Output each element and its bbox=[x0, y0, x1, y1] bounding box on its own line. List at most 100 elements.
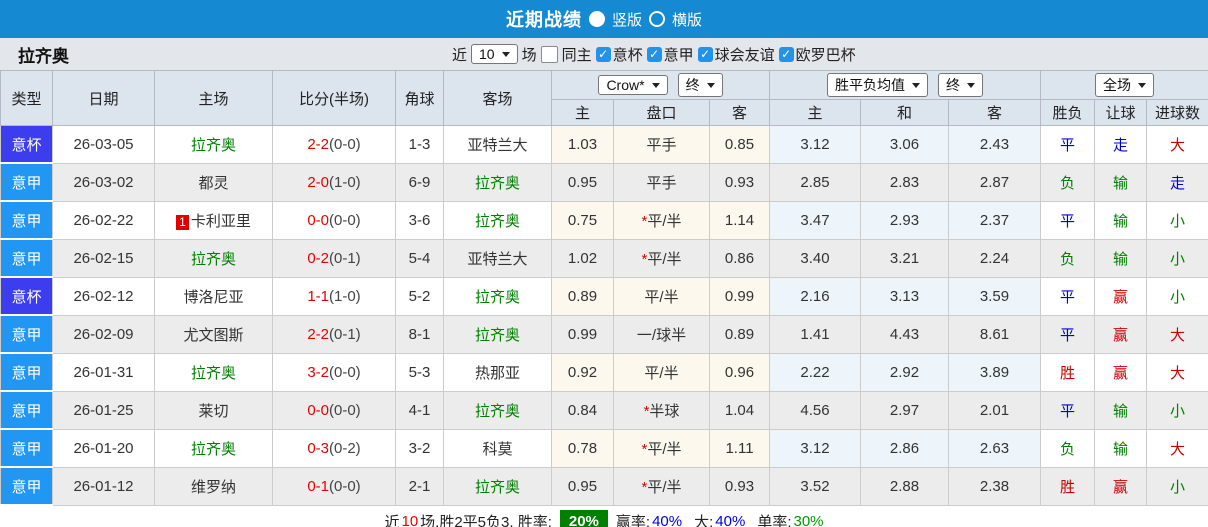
chevron-down-icon bbox=[967, 82, 976, 88]
result-cell: 平 bbox=[1040, 390, 1096, 430]
avg-draw-odds-cell: 3.13 bbox=[860, 276, 950, 316]
home-team-cell: 拉齐奥 bbox=[154, 428, 273, 468]
handicap-odds-home-cell: 0.99 bbox=[551, 314, 614, 354]
avg-win-odds-cell: 2.22 bbox=[769, 352, 862, 392]
avg-odds-select[interactable]: 胜平负均值 bbox=[827, 73, 929, 97]
subheader-avg-win: 主 bbox=[769, 99, 862, 126]
home-team-cell: 维罗纳 bbox=[154, 466, 273, 506]
league-badge: 意甲 bbox=[0, 239, 53, 278]
avg-lose-odds-cell: 8.61 bbox=[948, 314, 1042, 354]
bookmaker-select[interactable]: Crow* bbox=[598, 75, 668, 95]
handicap-odds-away-cell: 0.93 bbox=[708, 466, 771, 506]
avg-draw-odds-cell: 2.93 bbox=[860, 200, 950, 240]
avg-draw-odds-cell: 2.92 bbox=[860, 352, 950, 392]
result-cell: 胜 bbox=[1040, 466, 1096, 506]
col-header-home: 主场 bbox=[154, 70, 273, 126]
cup-checkbox[interactable]: ✓ bbox=[595, 46, 611, 62]
handicap-result-cell: 赢 bbox=[1094, 276, 1148, 316]
filter-controls: 近 10 场 同主 ✓ 意杯 ✓ 意甲 ✓ 球会友谊 ✓ 欧罗巴杯 bbox=[452, 38, 856, 70]
corner-cell: 2-1 bbox=[395, 466, 444, 506]
vertical-radio-label[interactable]: 竖版 bbox=[612, 9, 642, 30]
table-row: 意甲 26-01-25 莱切 0-0(0-0) 4-1 拉齐奥 0.84 *半球 1.04 4.5… bbox=[0, 390, 1208, 430]
friendly-checkbox-label[interactable]: 球会友谊 bbox=[715, 44, 775, 65]
away-team-cell: 拉齐奥 bbox=[443, 276, 552, 316]
handicap-line-cell: *平/半 bbox=[613, 428, 710, 468]
table-row: 意杯 26-02-12 博洛尼亚 1-1(1-0) 5-2 拉齐奥 0.89 平/半 0.99 2… bbox=[0, 276, 1208, 316]
result-cell: 负 bbox=[1040, 238, 1096, 278]
corner-cell: 1-3 bbox=[395, 125, 444, 164]
chevron-down-icon bbox=[501, 51, 510, 57]
league-badge: 意甲 bbox=[0, 391, 53, 430]
page-title: 近期战绩 bbox=[505, 10, 582, 30]
handicap-odds-away-cell: 1.04 bbox=[708, 390, 771, 430]
recent-label: 近 bbox=[452, 46, 468, 64]
goals-result-cell: 大 bbox=[1146, 314, 1208, 354]
same-home-checkbox[interactable] bbox=[540, 45, 558, 63]
handicap-odds-away-cell: 1.11 bbox=[708, 428, 771, 468]
table-row: 意甲 26-01-31 拉齐奥 3-2(0-0) 5-3 热那亚 0.92 平/半 0.96 2.… bbox=[0, 352, 1208, 392]
handicap-odds-away-cell: 0.86 bbox=[708, 238, 771, 278]
goals-result-cell: 小 bbox=[1146, 466, 1208, 506]
avg-time-select[interactable]: 终 bbox=[938, 73, 984, 97]
score-cell: 0-3(0-2) bbox=[272, 428, 396, 468]
horizontal-radio-label[interactable]: 横版 bbox=[672, 9, 702, 30]
home-team-cell: 拉齐奥 bbox=[154, 352, 273, 392]
corner-cell: 5-4 bbox=[395, 238, 444, 278]
avg-group-header: 胜平负均值 终 bbox=[769, 70, 1042, 100]
away-team-cell: 亚特兰大 bbox=[443, 238, 552, 278]
away-team-cell: 亚特兰大 bbox=[443, 125, 552, 164]
avg-draw-odds-cell: 2.86 bbox=[860, 428, 950, 468]
handicap-result-cell: 赢 bbox=[1094, 352, 1148, 392]
summary-text: 场,胜2平5负3, 胜率: bbox=[420, 514, 552, 527]
handicap-change-star: * bbox=[641, 478, 648, 496]
table-row: 意甲 26-03-02 都灵 2-0(1-0) 6-9 拉齐奥 0.95 平手 0.93 2.85… bbox=[0, 162, 1208, 202]
europa-checkbox[interactable]: ✓ bbox=[778, 46, 794, 62]
score-cell: 2-2(0-1) bbox=[272, 314, 396, 354]
handicap-line-cell: 平/半 bbox=[613, 276, 710, 316]
handicap-line-cell: *半球 bbox=[613, 390, 710, 430]
date-cell: 26-01-31 bbox=[52, 352, 155, 392]
cup-checkbox-label[interactable]: 意杯 bbox=[613, 44, 643, 65]
odds-time-select[interactable]: 终 bbox=[677, 73, 723, 97]
handicap-odds-away-cell: 0.93 bbox=[708, 162, 771, 202]
avg-lose-odds-cell: 2.01 bbox=[948, 390, 1042, 430]
over-rate-value: 40% bbox=[715, 513, 746, 527]
avg-win-odds-cell: 3.12 bbox=[769, 125, 862, 164]
handicap-odds-home-cell: 0.95 bbox=[551, 162, 614, 202]
goals-result-cell: 小 bbox=[1146, 390, 1208, 430]
vertical-radio[interactable] bbox=[588, 11, 605, 27]
competition-filter-seriea: ✓ 意甲 bbox=[646, 44, 694, 65]
avg-draw-odds-cell: 4.43 bbox=[860, 314, 950, 354]
fulltime-select[interactable]: 全场 bbox=[1095, 73, 1155, 97]
league-badge: 意杯 bbox=[0, 277, 53, 316]
league-badge: 意甲 bbox=[0, 163, 53, 202]
handicap-odds-away-cell: 1.14 bbox=[708, 200, 771, 240]
handicap-odds-home-cell: 0.78 bbox=[551, 428, 614, 468]
avg-lose-odds-cell: 2.63 bbox=[948, 428, 1042, 468]
goals-result-cell: 小 bbox=[1146, 238, 1208, 278]
seriea-checkbox[interactable]: ✓ bbox=[646, 46, 662, 62]
date-cell: 26-02-22 bbox=[52, 200, 155, 240]
home-team-cell: 拉齐奥 bbox=[154, 238, 273, 278]
friendly-checkbox[interactable]: ✓ bbox=[697, 46, 713, 62]
avg-win-odds-cell: 1.41 bbox=[769, 314, 862, 354]
odds-group-header: Crow* 终 bbox=[550, 70, 771, 100]
subheader-handicap: 盘口 bbox=[613, 99, 710, 126]
away-team-cell: 拉齐奥 bbox=[443, 162, 552, 202]
chevron-down-icon bbox=[1138, 82, 1147, 88]
score-cell: 2-2(0-0) bbox=[272, 125, 396, 164]
horizontal-radio[interactable] bbox=[649, 11, 665, 27]
avg-win-odds-cell: 2.85 bbox=[769, 162, 862, 202]
handicap-odds-away-cell: 0.99 bbox=[708, 276, 771, 316]
recent-count-select[interactable]: 10 bbox=[471, 44, 518, 64]
same-home-label[interactable]: 同主 bbox=[562, 44, 592, 65]
europa-checkbox-label[interactable]: 欧罗巴杯 bbox=[796, 44, 856, 65]
team-name: 拉齐奥 bbox=[18, 46, 69, 66]
table-row: 意杯 26-03-05 拉齐奥 2-2(0-0) 1-3 亚特兰大 1.03 平手 0.85 3.… bbox=[0, 125, 1208, 164]
away-team-cell: 拉齐奥 bbox=[443, 314, 552, 354]
score-cell: 0-2(0-1) bbox=[272, 238, 396, 278]
date-cell: 26-02-15 bbox=[52, 238, 155, 278]
away-team-cell: 拉齐奥 bbox=[443, 200, 552, 240]
seriea-checkbox-label[interactable]: 意甲 bbox=[664, 44, 694, 65]
handicap-line-cell: *平/半 bbox=[613, 466, 710, 506]
